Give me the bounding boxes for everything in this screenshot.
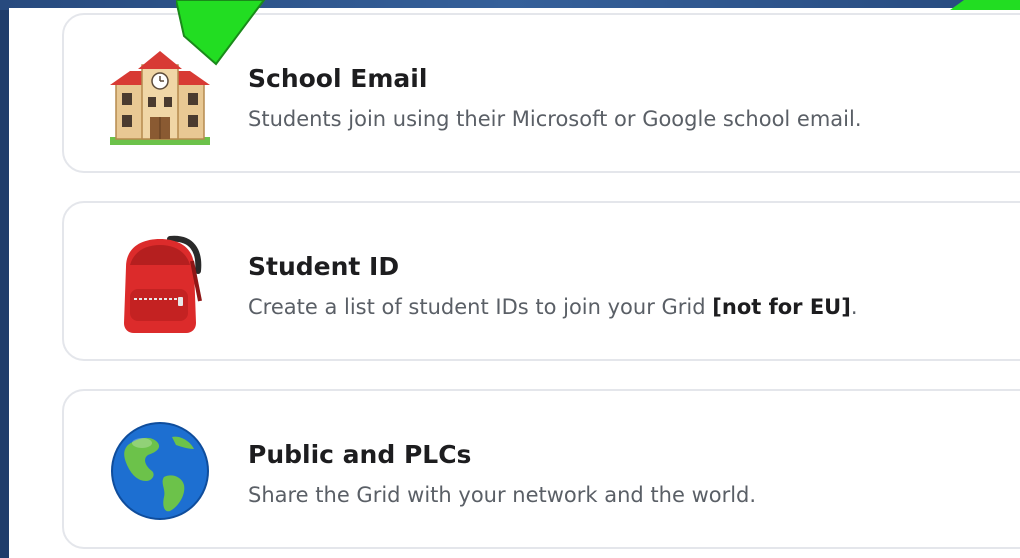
description-text: Create a list of student IDs to join you… — [248, 295, 713, 319]
option-student-id[interactable]: Student ID Create a list of student IDs … — [62, 201, 1020, 361]
backpack-icon — [108, 231, 212, 335]
option-title: Public and PLCs — [248, 440, 472, 469]
option-description: Students join using their Microsoft or G… — [248, 107, 862, 131]
highlight-arrow — [176, 0, 280, 70]
description-end: . — [850, 295, 858, 319]
option-description: Share the Grid with your network and the… — [248, 483, 757, 507]
description-emphasis: [not for EU] — [712, 295, 851, 319]
globe-icon — [108, 419, 212, 523]
option-public-plcs[interactable]: Public and PLCs Share the Grid with your… — [62, 389, 1020, 549]
highlight-corner-marker — [950, 0, 1020, 10]
option-title: Student ID — [248, 252, 400, 281]
option-description: Create a list of student IDs to join you… — [248, 295, 858, 319]
